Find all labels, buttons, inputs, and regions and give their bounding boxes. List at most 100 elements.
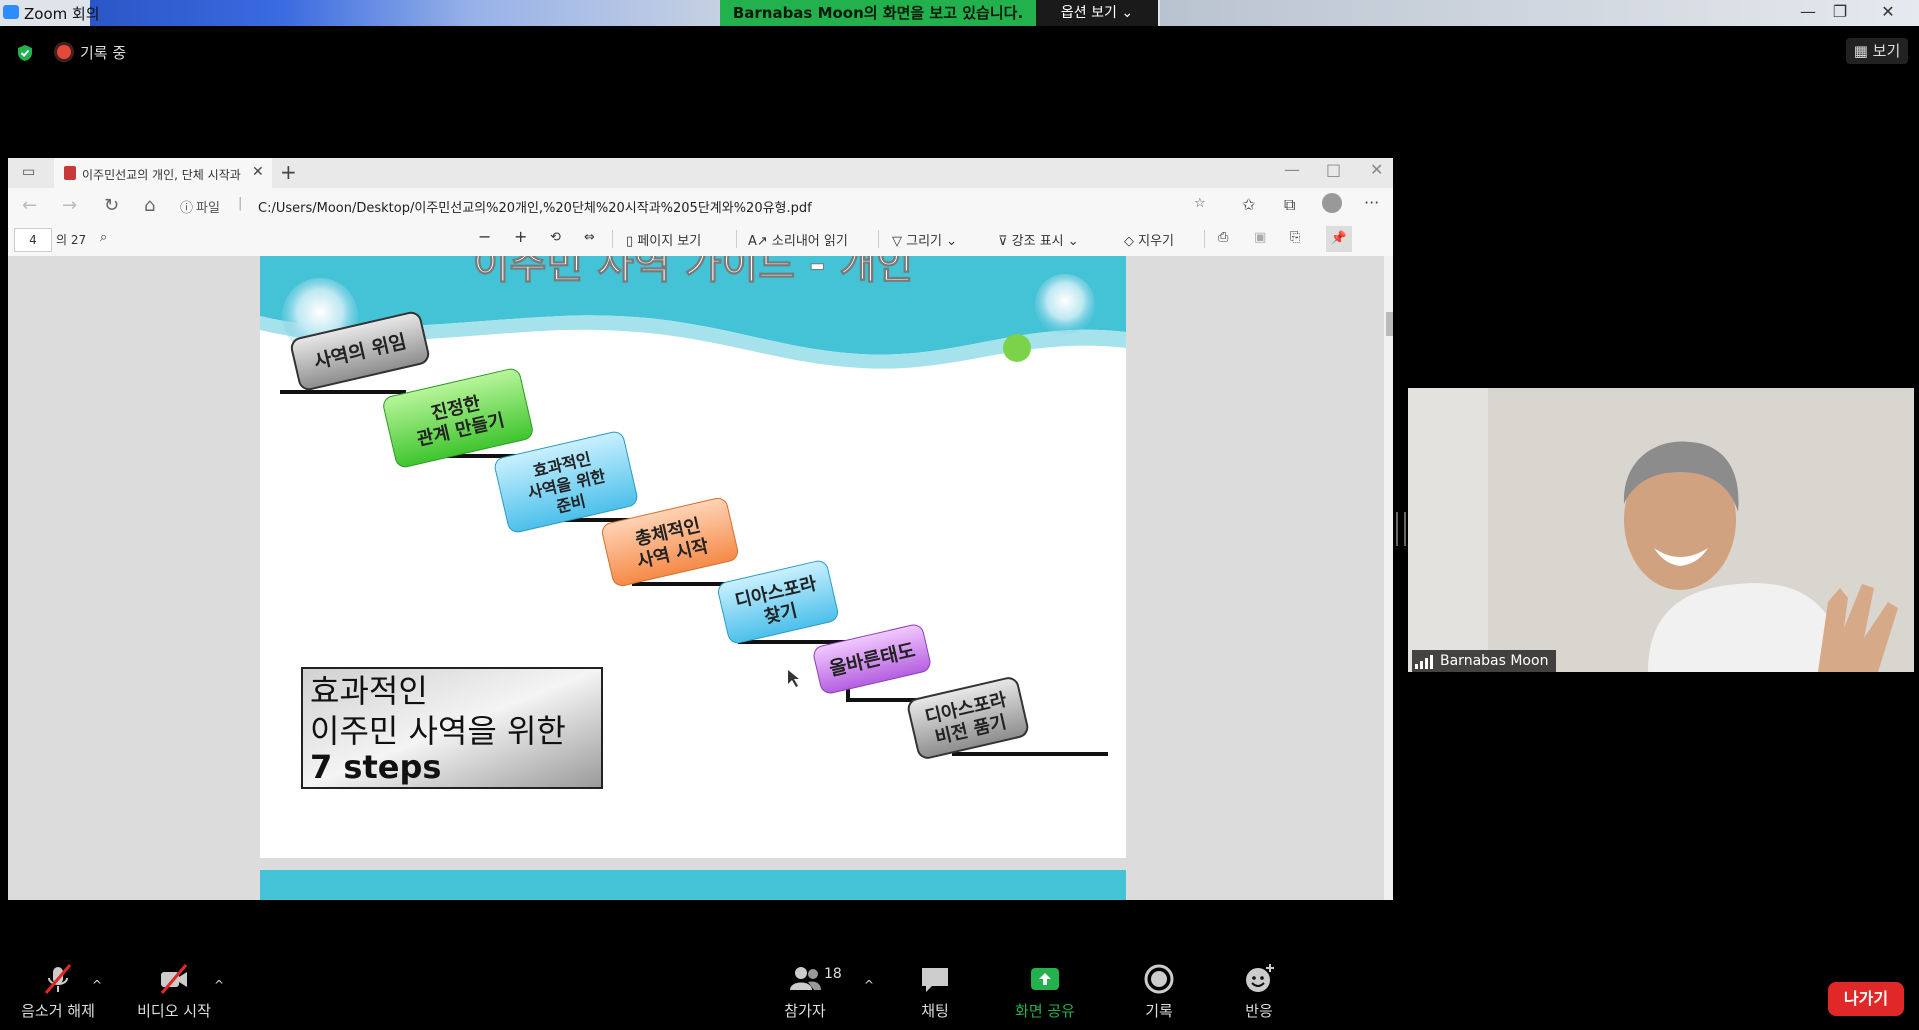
unmute-button[interactable]: 음소거 해제 [14,962,102,1021]
unmute-label: 음소거 해제 [21,1002,95,1020]
divider [736,230,737,248]
print-icon[interactable]: ⎙ [1218,230,1228,245]
record-label: 기록 [1145,1002,1173,1020]
share-screen-button[interactable]: 화면 공유 [1005,962,1085,1021]
signal-strength-icon [1415,655,1433,669]
reactions-button[interactable]: 반응 [1224,962,1294,1021]
page-view-button[interactable]: ▯ 페이지 보기 [626,230,701,249]
view-options-button[interactable]: 옵션 보기 ⌄ [1036,0,1158,26]
pin-toolbar-icon[interactable]: 📌 [1326,226,1352,252]
close-icon[interactable]: ✕ [1868,0,1908,26]
add-favorite-icon[interactable]: ☆ [1194,196,1206,211]
address-bar[interactable]: ⓘ 파일 | C:/Users/Moon/Desktop/이주민선교의%20개인… [180,192,1210,218]
divider [878,230,879,248]
chat-button[interactable]: 채팅 [900,962,970,1021]
profile-icon[interactable] [1322,193,1342,213]
page-view-label: 페이지 보기 [637,234,702,249]
page-total: 의 27 [56,233,87,247]
shared-browser-window: ▭ 이주민선교의 개인, 단체 시작과 ✕ + — □ ✕ ← → ↻ ⌂ ⓘ … [8,158,1393,900]
draw-label: 그리기 [906,234,943,249]
participants-icon [790,967,821,990]
resize-handle[interactable] [1396,512,1406,546]
video-off-icon [160,964,188,994]
forward-icon[interactable]: → [62,195,77,216]
highlight-button[interactable]: ⊽ 강조 표시 ⌄ [998,230,1079,249]
refresh-icon[interactable]: ↻ [104,195,119,216]
scrollbar[interactable] [1384,256,1393,900]
tab-title: 이주민선교의 개인, 단체 시작과 [82,168,241,182]
rotate-icon[interactable]: ⟲ [550,230,561,245]
pdf-document-area[interactable]: 이주민 사역 가이드 - 개인 사역의 위임 진정한 관계 만들기 효과적인 사역을… [8,256,1384,900]
collections-icon[interactable]: ⧉ [1284,195,1295,215]
page-view-icon: ▯ [626,234,638,249]
home-icon[interactable]: ⌂ [144,195,155,216]
view-button[interactable]: ▦ 보기 [1846,38,1908,64]
zoom-logo-icon [3,5,19,19]
slide-illustration: 이주민 사역 가이드 - 개인 사역의 위임 진정한관계 만들기 효과적인사역을… [260,256,1126,789]
chevron-down-icon: ⌄ [1067,234,1079,249]
recording-label: 기록 중 [80,44,127,62]
more-menu-icon[interactable]: ··· [1364,193,1379,212]
favorites-icon[interactable]: ✩ [1242,195,1255,214]
browser-tabbar: ▭ 이주민선교의 개인, 단체 시작과 ✕ + — □ ✕ [8,158,1393,188]
shield-icon[interactable] [16,44,34,62]
chat-label: 채팅 [921,1002,949,1020]
url-divider: | [238,196,243,211]
next-slide-preview [260,870,1126,900]
chevron-down-icon: ⌄ [946,234,958,249]
participants-count: 18 [824,966,842,982]
reactions-icon [1246,964,1274,992]
start-video-button[interactable]: 비디오 시작 [130,962,218,1021]
divider [1204,230,1205,248]
save-icon[interactable]: ▣ [1254,230,1266,245]
highlight-icon: ⊽ [998,234,1012,249]
mouse-cursor-icon [788,670,799,687]
page-number-input[interactable]: 4 [14,228,52,252]
scrollbar-thumb[interactable] [1386,312,1393,336]
participants-label: 참가자 [784,1002,826,1020]
browser-maximize-icon[interactable]: □ [1326,160,1341,179]
participant-video[interactable] [1408,388,1914,672]
record-icon [1144,964,1174,994]
grid-icon: ▦ [1853,42,1868,60]
info-icon[interactable]: ⓘ [180,197,193,216]
zoom-in-icon[interactable]: + [514,227,527,246]
read-aloud-button[interactable]: A↗ 소리내어 읽기 [748,230,848,249]
view-options-label: 옵션 보기 [1060,5,1117,21]
browser-close-icon[interactable]: ✕ [1370,160,1383,179]
url-prefix: 파일 [196,201,220,216]
reactions-label: 반응 [1245,1002,1273,1020]
tab-close-icon[interactable]: ✕ [252,164,264,180]
start-video-label: 비디오 시작 [137,1002,211,1020]
audio-options-caret-icon[interactable]: ^ [92,978,102,992]
slide-title: 이주민 사역 가이드 - 개인 [473,256,913,288]
new-tab-icon[interactable]: + [280,160,297,184]
search-icon[interactable]: ⌕ [100,230,107,245]
restore-icon[interactable]: ❐ [1820,0,1860,26]
erase-label: 지우기 [1138,234,1175,249]
window-title: Zoom 회의 [24,5,100,23]
read-aloud-label: 소리내어 읽기 [771,234,848,249]
save-as-icon[interactable]: ⎘ [1290,230,1300,245]
browser-minimize-icon[interactable]: — [1284,160,1300,179]
video-options-caret-icon[interactable]: ^ [214,978,224,992]
fit-page-icon[interactable]: ⇔ [584,230,595,245]
leave-button[interactable]: 나가기 [1828,982,1904,1016]
erase-button[interactable]: ◇ 지우기 [1124,230,1174,249]
back-icon[interactable]: ← [22,195,37,216]
tab-actions-icon[interactable]: ▭ [22,164,35,180]
url-text: C:/Users/Moon/Desktop/이주민선교의%20개인,%20단체%… [258,201,812,216]
browser-tab[interactable]: 이주민선교의 개인, 단체 시작과 ✕ [54,158,272,188]
highlight-label: 강조 표시 [1011,234,1064,249]
draw-icon: ▽ [892,234,907,249]
box-line-2: 이주민 사역을 위한 [310,712,566,750]
microphone-muted-icon [44,964,72,994]
record-button[interactable]: 기록 [1124,962,1194,1021]
participants-options-caret-icon[interactable]: ^ [864,978,874,992]
zoom-titlebar: Zoom 회의 Barnabas Moon의 화면을 보고 있습니다. 옵션 보… [0,0,1919,26]
chevron-down-icon: ⌄ [1121,5,1134,21]
box-line-1: 효과적인 [310,672,428,710]
draw-button[interactable]: ▽ 그리기 ⌄ [892,230,957,249]
box-line-3: 7 steps [310,748,441,786]
zoom-out-icon[interactable]: − [478,227,491,246]
